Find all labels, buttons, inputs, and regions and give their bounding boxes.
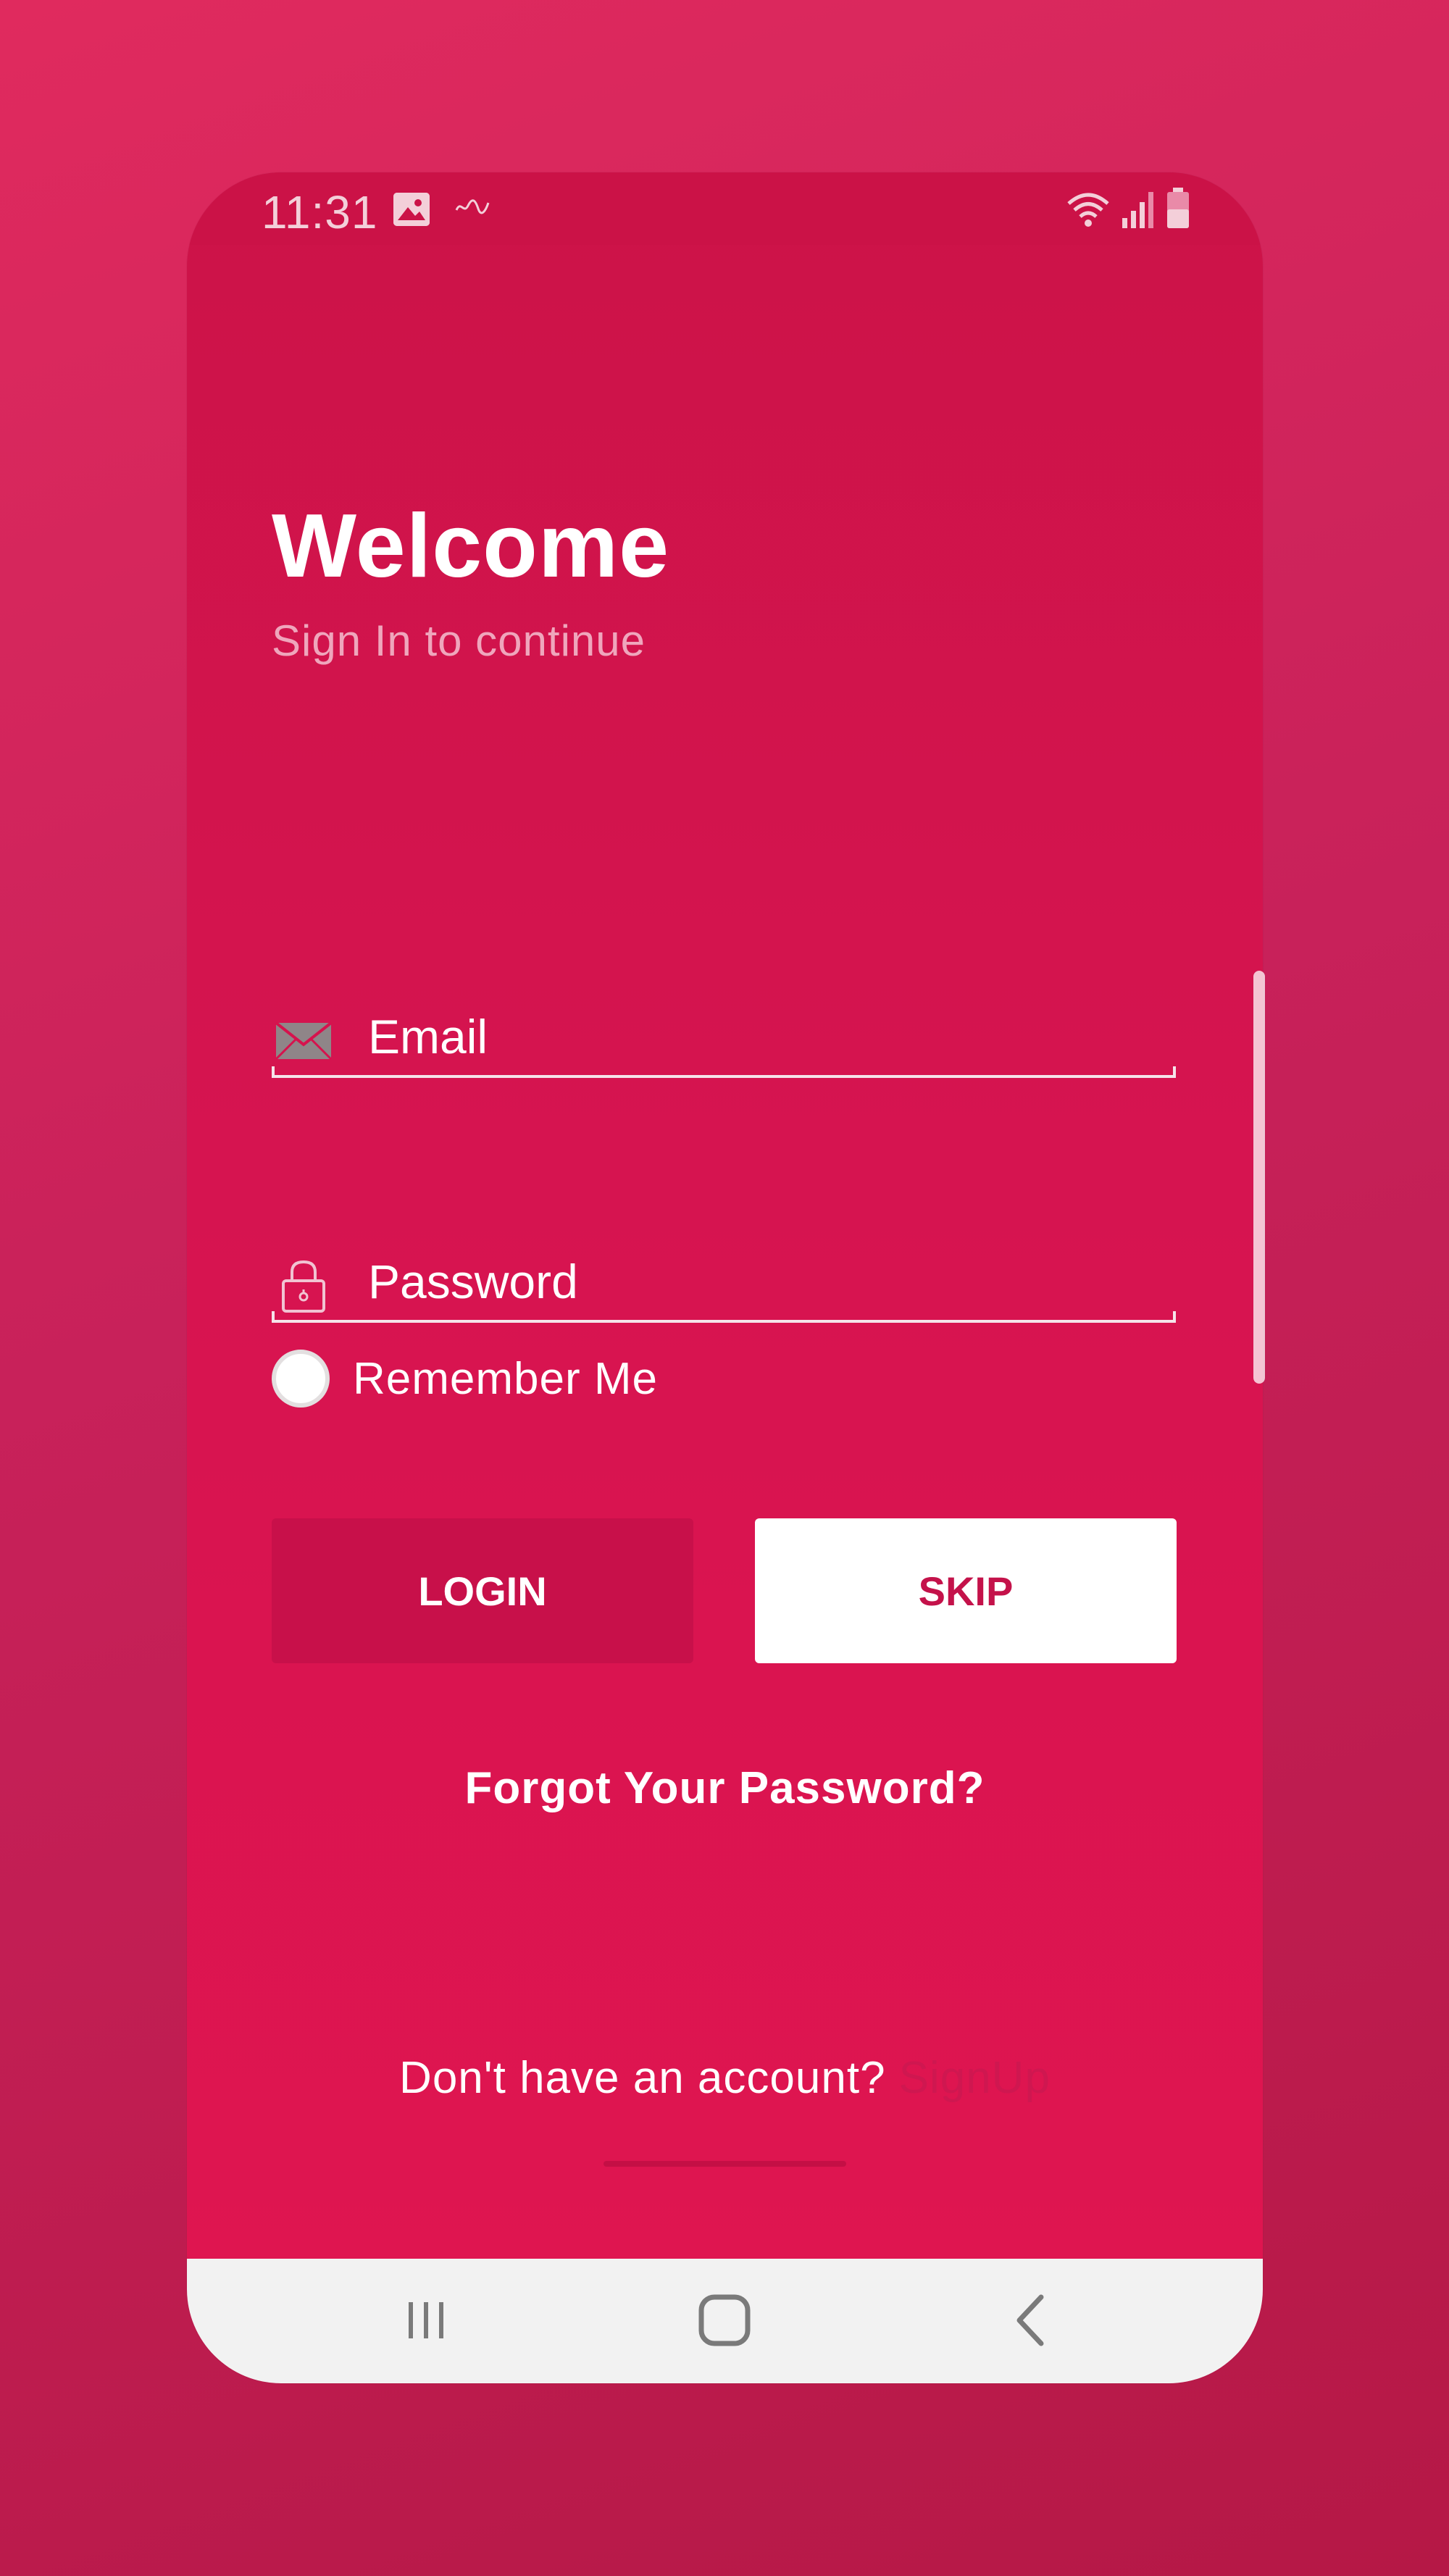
battery-icon xyxy=(1166,188,1190,232)
page-subtitle: Sign In to continue xyxy=(272,616,646,665)
lock-icon xyxy=(275,1256,333,1314)
email-field-group xyxy=(272,998,1176,1078)
signup-prompt: Don't have an account? xyxy=(399,2053,886,2103)
remember-me-row[interactable]: Remember Me xyxy=(272,1346,658,1411)
gallery-icon xyxy=(393,193,430,226)
login-button[interactable]: LOGIN xyxy=(272,1518,693,1663)
phone-screen: 11:31 Welcome Sign In to continue Email … xyxy=(187,172,1263,2383)
home-indicator xyxy=(604,2161,846,2167)
notification-icon xyxy=(454,196,491,217)
password-underline xyxy=(272,1311,1176,1323)
wifi-icon xyxy=(1066,191,1111,232)
signup-row: Don't have an account? SignUp xyxy=(187,2052,1263,2104)
recent-apps-icon[interactable] xyxy=(393,2288,459,2353)
status-bar: 11:31 xyxy=(187,172,1263,245)
page-title: Welcome xyxy=(272,496,670,596)
email-input[interactable] xyxy=(368,1004,1136,1069)
side-scroll-handle[interactable] xyxy=(1253,971,1265,1384)
skip-button[interactable]: SKIP xyxy=(755,1518,1177,1663)
password-field-group xyxy=(272,1243,1176,1323)
signup-link[interactable]: SignUp xyxy=(899,2053,1051,2103)
signal-icon xyxy=(1121,191,1156,232)
home-icon[interactable] xyxy=(692,2288,757,2353)
forgot-password-link[interactable]: Forgot Your Password? xyxy=(187,1762,1263,1814)
remember-me-radio[interactable] xyxy=(272,1350,330,1408)
navigation-bar xyxy=(187,2259,1263,2383)
email-underline xyxy=(272,1066,1176,1078)
status-time: 11:31 xyxy=(262,186,378,238)
status-icons xyxy=(1066,188,1190,232)
back-icon[interactable] xyxy=(998,2288,1064,2353)
password-input[interactable] xyxy=(368,1249,1136,1314)
mail-icon xyxy=(275,1011,333,1069)
remember-me-label: Remember Me xyxy=(353,1353,658,1404)
